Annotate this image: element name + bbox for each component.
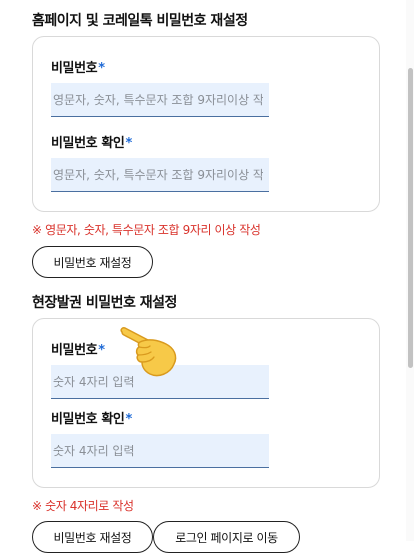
onsite-password-rule-note: ※ 숫자 4자리로 작성 <box>32 499 134 513</box>
onsite-reset-title: 현장발권 비밀번호 재설정 <box>32 295 177 311</box>
password-label: 비밀번호* <box>51 57 105 76</box>
required-mark: * <box>98 61 105 76</box>
homepage-password-input[interactable] <box>51 83 269 117</box>
go-to-login-button[interactable]: 로그인 페이지로 이동 <box>153 521 300 553</box>
password-confirm-label-text: 비밀번호 확인 <box>51 412 125 427</box>
page-scrollbar[interactable] <box>406 0 414 541</box>
required-mark: * <box>125 136 133 151</box>
scrollbar-thumb[interactable] <box>408 68 413 368</box>
password-label-text: 비밀번호 <box>51 343 98 358</box>
homepage-password-confirm-input[interactable] <box>51 158 269 192</box>
onsite-reset-button[interactable]: 비밀번호 재설정 <box>32 521 153 553</box>
onsite-reset-card: 비밀번호* 비밀번호 확인* <box>32 318 380 488</box>
password-label-text: 비밀번호 <box>51 61 98 76</box>
password-label: 비밀번호* <box>51 339 105 358</box>
homepage-reset-card: 비밀번호* 비밀번호 확인* <box>32 36 380 212</box>
pointing-hand-icon <box>120 327 177 377</box>
required-mark: * <box>98 343 105 358</box>
onsite-password-confirm-input[interactable] <box>51 434 269 468</box>
password-confirm-label: 비밀번호 확인* <box>51 408 132 427</box>
homepage-reset-button[interactable]: 비밀번호 재설정 <box>32 246 153 278</box>
password-confirm-label: 비밀번호 확인* <box>51 132 132 151</box>
required-mark: * <box>125 412 133 427</box>
password-confirm-label-text: 비밀번호 확인 <box>51 136 125 151</box>
homepage-password-rule-note: ※ 영문자, 숫자, 특수문자 조합 9자리 이상 작성 <box>32 223 261 237</box>
homepage-reset-title: 홈페이지 및 코레일톡 비밀번호 재설정 <box>32 13 248 29</box>
